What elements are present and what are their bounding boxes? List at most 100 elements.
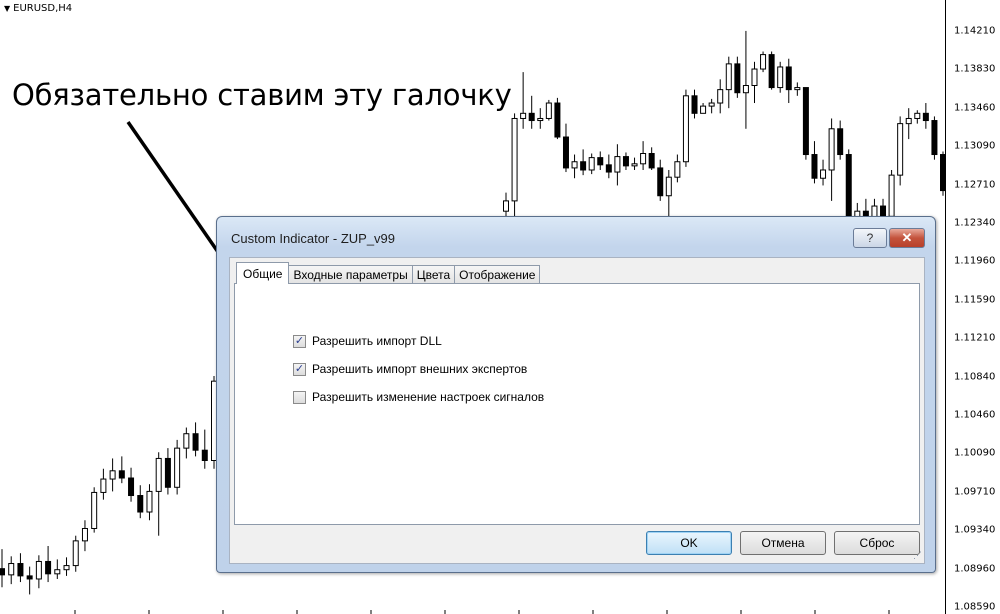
tab-input-parameters[interactable]: Входные параметры bbox=[288, 265, 413, 284]
candle bbox=[708, 98, 715, 114]
candle-body bbox=[794, 87, 801, 91]
candle-body bbox=[528, 112, 535, 122]
price-label: 1.11590 bbox=[954, 294, 996, 306]
candle-body bbox=[648, 153, 655, 169]
candle bbox=[201, 429, 208, 469]
candle-body bbox=[605, 164, 612, 173]
candle bbox=[45, 546, 52, 583]
candle bbox=[674, 154, 681, 183]
price-label: 1.13830 bbox=[954, 63, 996, 75]
tab-panel-general: ✓ Разрешить импорт DLL ✓ Разрешить импор… bbox=[234, 283, 920, 525]
tab-general[interactable]: Общие bbox=[236, 262, 290, 284]
candle-body bbox=[700, 105, 707, 114]
candle-body bbox=[0, 568, 5, 576]
candle bbox=[897, 116, 904, 186]
allow-experts-checkbox[interactable]: ✓ bbox=[293, 362, 306, 376]
candle-body bbox=[8, 563, 15, 576]
tab-display[interactable]: Отображение bbox=[454, 265, 541, 284]
allow-signal-settings-checkbox[interactable] bbox=[293, 390, 306, 404]
reset-button[interactable]: Сброс bbox=[834, 531, 920, 555]
price-label: 1.13460 bbox=[954, 102, 996, 114]
candle-body bbox=[503, 200, 509, 212]
help-icon: ? bbox=[866, 231, 874, 245]
candle bbox=[631, 157, 638, 170]
symbol-text: EURUSD,H4 bbox=[13, 3, 73, 14]
checkbox-row-allow-dll[interactable]: ✓ Разрешить импорт DLL bbox=[293, 334, 442, 348]
candle bbox=[622, 152, 629, 170]
candle-body bbox=[828, 128, 835, 171]
candle bbox=[72, 535, 79, 572]
dialog-title: Custom Indicator - ZUP_v99 bbox=[231, 231, 396, 246]
candle-body bbox=[91, 491, 98, 529]
candle bbox=[26, 566, 33, 595]
candle bbox=[100, 468, 107, 500]
candle-body bbox=[940, 154, 946, 192]
candle-body bbox=[820, 169, 827, 179]
allow-signal-settings-label[interactable]: Разрешить изменение настроек сигналов bbox=[312, 390, 544, 404]
checkbox-row-allow-signal-settings[interactable]: Разрешить изменение настроек сигналов bbox=[293, 390, 544, 404]
candle bbox=[183, 427, 190, 459]
candle-body bbox=[631, 163, 638, 167]
candle bbox=[691, 89, 698, 119]
candle-body bbox=[802, 87, 809, 156]
price-label: 1.10090 bbox=[954, 447, 996, 459]
candle-body bbox=[742, 85, 749, 94]
candle bbox=[54, 559, 61, 579]
close-button[interactable]: ✕ bbox=[889, 228, 925, 248]
candle-body bbox=[109, 470, 116, 480]
candle bbox=[777, 61, 784, 93]
allow-dll-label[interactable]: Разрешить импорт DLL bbox=[312, 334, 442, 348]
candle-body bbox=[751, 68, 758, 87]
help-button[interactable]: ? bbox=[853, 228, 887, 248]
allow-experts-label[interactable]: Разрешить импорт внешних экспертов bbox=[312, 362, 527, 376]
cancel-button[interactable]: Отмена bbox=[740, 531, 826, 555]
candle bbox=[665, 169, 672, 217]
candle-body bbox=[511, 117, 518, 202]
tab-colors[interactable]: Цвета bbox=[411, 265, 456, 284]
chart-symbol-label[interactable]: ▼ EURUSD,H4 bbox=[4, 3, 72, 14]
candle bbox=[802, 87, 809, 160]
candle bbox=[682, 89, 689, 167]
candle bbox=[155, 452, 162, 536]
price-label: 1.10460 bbox=[954, 409, 996, 421]
candle-body bbox=[155, 457, 162, 492]
candle bbox=[63, 557, 70, 576]
price-label: 1.13090 bbox=[954, 140, 996, 152]
candle bbox=[109, 458, 116, 492]
candle bbox=[146, 484, 153, 521]
price-label: 1.09710 bbox=[954, 486, 996, 498]
candle bbox=[922, 103, 929, 129]
dialog-body: Общие Входные параметры Цвета Отображени… bbox=[229, 257, 925, 564]
candle-body bbox=[725, 63, 732, 91]
checkbox-row-allow-experts[interactable]: ✓ Разрешить импорт внешних экспертов bbox=[293, 362, 527, 376]
candle-body bbox=[682, 95, 689, 163]
candle-body bbox=[922, 112, 929, 122]
candle-body bbox=[811, 154, 818, 179]
candle bbox=[605, 154, 612, 179]
ok-button[interactable]: OK bbox=[646, 531, 732, 555]
allow-dll-checkbox[interactable]: ✓ bbox=[293, 334, 306, 348]
candle-body bbox=[597, 157, 604, 166]
candle bbox=[768, 51, 775, 90]
candle bbox=[118, 456, 125, 484]
candle bbox=[657, 159, 664, 201]
candle-body bbox=[54, 569, 61, 575]
candle bbox=[794, 82, 801, 96]
candle bbox=[81, 520, 88, 552]
candle-body bbox=[897, 123, 904, 176]
candle bbox=[588, 153, 595, 175]
price-label: 1.11960 bbox=[954, 255, 996, 267]
candle bbox=[760, 51, 767, 73]
resize-grip-icon[interactable]: ⋰ bbox=[913, 550, 922, 561]
candle-body bbox=[622, 156, 629, 167]
price-label: 1.09340 bbox=[954, 524, 996, 536]
candle-body bbox=[734, 63, 741, 94]
candle-body bbox=[128, 477, 135, 497]
candle bbox=[734, 56, 741, 98]
candle-body bbox=[45, 560, 52, 575]
candle bbox=[91, 487, 98, 533]
dropdown-triangle-icon[interactable]: ▼ bbox=[4, 4, 10, 13]
candle bbox=[8, 556, 15, 585]
price-axis[interactable]: 1.14210 1.13830 1.13460 1.13090 1.12710 1.123… bbox=[946, 0, 1000, 614]
candle-body bbox=[146, 490, 153, 513]
